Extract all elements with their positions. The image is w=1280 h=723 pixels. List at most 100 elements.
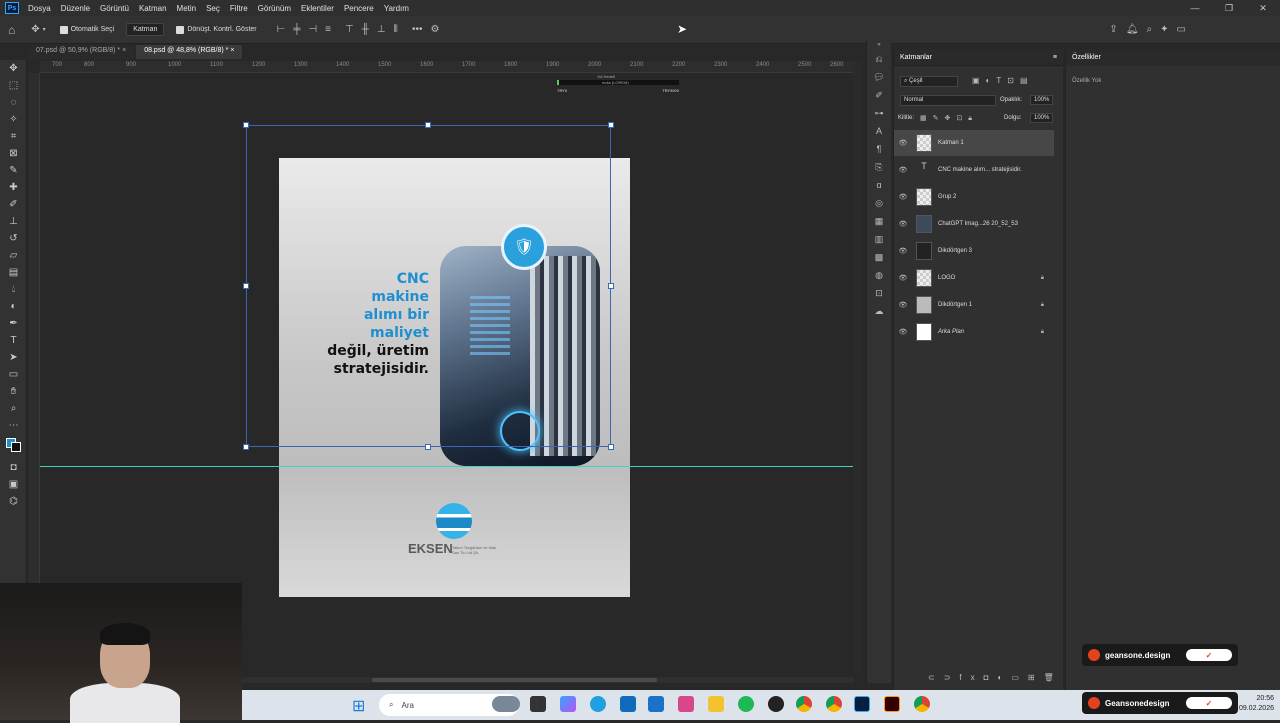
rectangle-tool-icon[interactable]: ▭ — [0, 366, 27, 383]
store-icon[interactable] — [620, 696, 636, 712]
transform-handle[interactable] — [243, 444, 249, 450]
tab-07-psd[interactable]: 07.psd @ 50,9% (RGB/8) * × — [28, 45, 135, 59]
quick-mask-icon[interactable]: ◘ — [0, 459, 27, 476]
align-left-icon[interactable]: ⊢ — [277, 24, 286, 35]
instagram-icon[interactable] — [678, 696, 694, 712]
visibility-eye-icon[interactable]: 👁︎ — [894, 274, 912, 282]
gradient-tool-icon[interactable]: ▤ — [0, 264, 27, 281]
close-icon[interactable]: ✕ — [1246, 0, 1280, 16]
transform-handle[interactable] — [608, 122, 614, 128]
layer-row-grup-2[interactable]: 👁︎ Grup 2 — [894, 184, 1054, 210]
menu-view[interactable]: Görünüm — [253, 4, 296, 13]
object-select-icon[interactable]: ✧ — [0, 111, 27, 128]
visibility-eye-icon[interactable]: 👁︎ — [894, 166, 912, 174]
more-options-icon[interactable]: ••• — [412, 24, 423, 35]
new-layer-icon[interactable]: ⊞ — [1028, 673, 1044, 682]
menu-file[interactable]: Dosya — [23, 4, 56, 13]
transform-handle[interactable] — [608, 283, 614, 289]
tab-08-psd[interactable]: 08.psd @ 48,8% (RGB/8) * × — [136, 45, 243, 59]
type-tool-icon[interactable]: T — [0, 332, 27, 349]
home-icon[interactable]: ⌂ — [8, 23, 15, 37]
transform-handle[interactable] — [608, 444, 614, 450]
collapse-icon[interactable]: « — [867, 40, 891, 50]
visibility-eye-icon[interactable]: 👁︎ — [894, 247, 912, 255]
menu-plugins[interactable]: Eklentiler — [296, 4, 339, 13]
lock-icon[interactable]: 🔒︎ — [1041, 275, 1044, 282]
outlook-icon[interactable] — [648, 696, 664, 712]
distribute-icon[interactable]: ≡ — [325, 24, 331, 35]
eyedropper-icon[interactable]: ✎ — [0, 162, 27, 179]
glyphs-icon[interactable]: ɑ — [867, 176, 891, 194]
crop-tool-icon[interactable]: ⌗ — [0, 128, 27, 145]
hand-tool-icon[interactable]: ✋︎ — [0, 383, 27, 400]
distribute-vertical-icon[interactable]: ⦀ — [394, 24, 398, 35]
info-icon[interactable]: ⊡ — [867, 284, 891, 302]
eraser-icon[interactable]: ▱ — [0, 247, 27, 264]
character-icon[interactable]: A — [867, 122, 891, 140]
artboard-icon[interactable]: ⌬ — [0, 493, 27, 510]
visibility-eye-icon[interactable]: 👁︎ — [894, 301, 912, 309]
menu-layer[interactable]: Katman — [134, 4, 172, 13]
align-middle-icon[interactable]: ╫ — [362, 24, 369, 35]
lasso-tool-icon[interactable]: ◌ — [0, 94, 27, 111]
spotify-icon[interactable] — [738, 696, 754, 712]
align-center-icon[interactable]: ╪ — [293, 24, 300, 35]
add-mask-icon[interactable]: ◘ — [984, 673, 998, 682]
clone-source-icon[interactable]: ⎘ — [867, 158, 891, 176]
fx-icon[interactable]: fx — [959, 673, 983, 682]
paragraph-icon[interactable]: ¶ — [867, 140, 891, 158]
layer-filter-icons[interactable]: ▣◐T⊡▤ — [972, 76, 1034, 85]
layer-row-logo[interactable]: 👁︎ LOGO 🔒︎ — [894, 265, 1054, 291]
task-view-icon[interactable] — [530, 696, 546, 712]
chrome-icon[interactable] — [826, 696, 842, 712]
vertical-scrollbar[interactable] — [853, 61, 862, 673]
chrome-icon[interactable] — [796, 696, 812, 712]
libraries-icon[interactable]: ☁ — [867, 302, 891, 320]
visibility-eye-icon[interactable]: 👁︎ — [894, 139, 912, 147]
chrome-icon[interactable] — [914, 696, 930, 712]
transform-handle[interactable] — [243, 283, 249, 289]
menu-type[interactable]: Metin — [172, 4, 202, 13]
transform-handle[interactable] — [425, 444, 431, 450]
link-layers-icon[interactable]: ⊂⊃ — [928, 673, 959, 682]
menu-help[interactable]: Yardım — [379, 4, 414, 13]
panel-menu-icon[interactable]: ≡ — [1053, 54, 1057, 61]
copilot-icon[interactable] — [560, 696, 576, 712]
edge-icon[interactable] — [590, 696, 606, 712]
sparkle-icon[interactable]: ✦ — [1160, 24, 1168, 35]
stamp-tool-icon[interactable]: ⊥ — [0, 213, 27, 230]
system-clock[interactable]: 20:56 09.02.2026 — [1239, 694, 1274, 714]
chevron-down-icon[interactable]: ▾ — [43, 26, 46, 33]
adjustment-layer-icon[interactable]: ◐ — [997, 673, 1011, 682]
align-right-icon[interactable]: ⊣ — [308, 24, 317, 35]
layer-filter-dropdown[interactable]: ⌕ Çeşit — [900, 76, 958, 87]
minimize-icon[interactable]: — — [1178, 0, 1212, 16]
layer-row-katman-1[interactable]: 👁︎ Katman 1 — [894, 130, 1054, 156]
layer-row-headline-text[interactable]: 👁︎ T CNC makine alım... stratejisidir. — [894, 157, 1054, 183]
screen-mode-icon[interactable]: ▣ — [0, 476, 27, 493]
workspace-icon[interactable]: ▭ — [1177, 24, 1186, 35]
menu-window[interactable]: Pencere — [339, 4, 379, 13]
horizontal-scrollbar[interactable] — [242, 677, 853, 683]
frame-tool-icon[interactable]: ⊠ — [0, 145, 27, 162]
marquee-tool-icon[interactable]: ⬚ — [0, 77, 27, 94]
blend-mode-dropdown[interactable]: Normal — [900, 95, 996, 106]
history-icon[interactable]: ⎌ — [867, 50, 891, 68]
navigator-icon[interactable]: ◍ — [867, 266, 891, 284]
show-transform-controls-checkbox[interactable]: Dönüşt. Kontrl. Göster — [176, 25, 257, 34]
windows-start-icon[interactable]: ⊞ — [352, 696, 365, 716]
color-swatches-icon[interactable] — [0, 434, 27, 452]
photoshop-taskbar-icon[interactable] — [854, 696, 870, 712]
close-icon[interactable]: × — [230, 47, 234, 54]
gradients-icon[interactable]: ▥ — [867, 230, 891, 248]
layer-row-dikdortgen-3[interactable]: 👁︎ Dikdörtgen 3 — [894, 238, 1054, 264]
auto-select-target-dropdown[interactable]: Katman — [126, 23, 165, 36]
brush-settings-icon[interactable]: ✐ — [867, 86, 891, 104]
patterns-icon[interactable]: ▩ — [867, 248, 891, 266]
app-icon[interactable] — [768, 696, 784, 712]
auto-select-checkbox[interactable]: Otomatik Seçi — [59, 25, 114, 34]
swatches-icon[interactable]: ▦ — [867, 212, 891, 230]
healing-brush-icon[interactable]: ✚ — [0, 179, 27, 196]
history-brush-icon[interactable]: ↺ — [0, 230, 27, 247]
fill-input[interactable]: 100% — [1030, 113, 1054, 123]
